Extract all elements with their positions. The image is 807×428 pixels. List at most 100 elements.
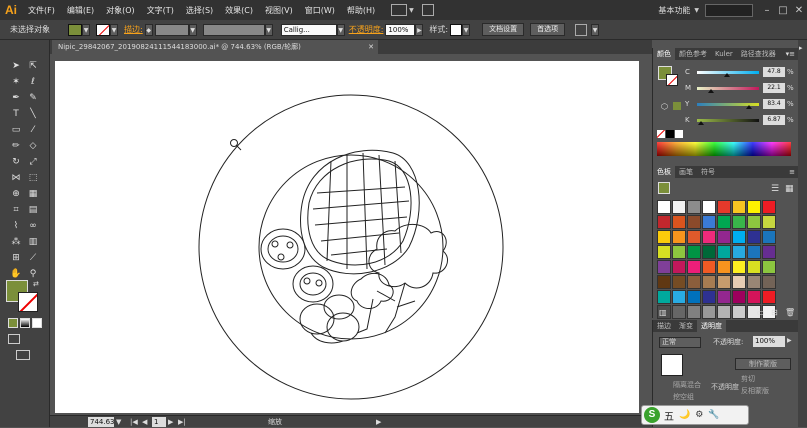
thumbnail-view-icon[interactable]: ▦	[785, 184, 794, 194]
tab-color-guide[interactable]: 颜色参考	[675, 48, 711, 60]
fill-dropdown[interactable]: ▼	[82, 23, 90, 36]
swatch-cell[interactable]	[747, 260, 761, 274]
gpu-icon[interactable]	[421, 4, 434, 16]
chevron-down-icon[interactable]: ▼	[409, 7, 414, 14]
swatch-cell[interactable]	[717, 200, 731, 214]
swatch-cell[interactable]	[732, 290, 746, 304]
black-color-icon[interactable]	[666, 130, 674, 138]
variable-width-field[interactable]	[202, 23, 265, 36]
magenta-thumb[interactable]	[708, 89, 714, 93]
stroke-weight-dropdown[interactable]: ▼	[188, 23, 197, 36]
swatch-cell[interactable]	[657, 260, 671, 274]
swatch-cell[interactable]	[702, 245, 716, 259]
blend-mode-select[interactable]: 正常	[659, 337, 701, 348]
swatch-cell[interactable]	[702, 275, 716, 289]
tab-pathfinder[interactable]: 路径查找器	[737, 48, 780, 60]
document-tab[interactable]: Nipic_29842067_20190824111544183000.ai* …	[52, 40, 378, 54]
rotate-tool-icon[interactable]: ↻	[10, 156, 22, 168]
swatch-cell[interactable]	[747, 230, 761, 244]
swatch-cell[interactable]	[732, 305, 746, 319]
swatch-cell[interactable]	[687, 260, 701, 274]
tab-color[interactable]: 颜色	[653, 48, 675, 60]
zoom-level-field[interactable]: 744.63	[88, 417, 115, 427]
stroke-weight-field[interactable]	[154, 23, 189, 36]
swatch-cell[interactable]	[762, 260, 776, 274]
ime-mode[interactable]: 五	[664, 408, 674, 423]
color-mode-icon[interactable]	[8, 318, 18, 328]
opacity-field-panel[interactable]: 100%	[753, 336, 785, 347]
next-artboard-button[interactable]: ▶	[168, 416, 173, 428]
hand-tool-icon[interactable]: ✋	[10, 268, 22, 280]
swatch-cell[interactable]	[687, 200, 701, 214]
eyedropper-tool-icon[interactable]: ⌇	[10, 220, 22, 232]
black-track[interactable]	[697, 119, 759, 122]
swatch-cell[interactable]	[687, 230, 701, 244]
swatch-cell[interactable]	[672, 245, 686, 259]
align-icon[interactable]	[575, 23, 588, 36]
swatch-fill-icon[interactable]	[658, 182, 670, 194]
pen-tool-icon[interactable]: ✒	[10, 92, 22, 104]
new-color-group-icon[interactable]: ▭	[757, 308, 765, 317]
swatch-cell[interactable]	[732, 260, 746, 274]
swatch-cell[interactable]	[687, 290, 701, 304]
variable-width-dropdown[interactable]: ▼	[264, 23, 273, 36]
status-menu-arrow[interactable]: ▶	[376, 416, 381, 428]
direct-selection-tool-icon[interactable]: ⇱	[27, 60, 39, 72]
swatch-cell[interactable]	[702, 215, 716, 229]
swatch-cell[interactable]	[732, 245, 746, 259]
selection-tool-icon[interactable]: ➤	[10, 60, 22, 72]
type-tool-icon[interactable]: T	[10, 108, 22, 120]
swatch-cell[interactable]	[687, 215, 701, 229]
mesh-tool-icon[interactable]: ⌗	[10, 204, 22, 216]
yellow-thumb[interactable]	[746, 105, 752, 109]
magenta-track[interactable]	[697, 87, 759, 90]
screen-mode-icon[interactable]	[16, 350, 30, 360]
swatch-cell[interactable]	[657, 200, 671, 214]
magenta-value[interactable]: 22.1	[763, 83, 785, 93]
black-thumb[interactable]	[698, 121, 704, 125]
yellow-value[interactable]: 83.4	[763, 99, 785, 109]
zoom-dropdown[interactable]: ▼	[116, 416, 121, 428]
invert-mask-checkbox-label[interactable]: 反相蒙版	[741, 386, 769, 396]
menu-select[interactable]: 选择(S)	[180, 5, 219, 16]
opacity-label[interactable]: 不透明度:	[349, 24, 384, 35]
swatch-cell[interactable]	[657, 245, 671, 259]
artboard-tool-icon[interactable]: ⊞	[10, 252, 22, 264]
none-color-icon[interactable]	[657, 130, 665, 138]
swatch-cell[interactable]	[762, 290, 776, 304]
menu-edit[interactable]: 编辑(E)	[61, 5, 100, 16]
perspective-grid-tool-icon[interactable]: ▦	[27, 188, 39, 200]
swatch-cell[interactable]	[672, 290, 686, 304]
swatch-cell[interactable]	[717, 275, 731, 289]
free-transform-tool-icon[interactable]: ⬚	[27, 172, 39, 184]
stroke-dropdown[interactable]: ▼	[110, 23, 118, 36]
swatch-cell[interactable]	[732, 200, 746, 214]
last-artboard-button[interactable]: ▶|	[178, 416, 186, 428]
cyan-value[interactable]: 47.8	[763, 67, 785, 77]
menu-file[interactable]: 文件(F)	[22, 5, 61, 16]
swatch-cell[interactable]	[762, 275, 776, 289]
gradient-mode-icon[interactable]	[20, 318, 30, 328]
tab-brushes[interactable]: 画笔	[675, 166, 697, 178]
swatch-cell[interactable]	[717, 245, 731, 259]
stroke-label[interactable]: 描边:	[124, 24, 143, 35]
opacity-dropdown[interactable]: ▶	[415, 23, 424, 36]
close-button[interactable]: ✕	[791, 5, 807, 16]
slider-magenta[interactable]: M 22.1 %	[653, 82, 799, 94]
brush-dropdown[interactable]: ▼	[336, 23, 345, 36]
artwork-outline[interactable]	[55, 61, 639, 413]
tab-gradient[interactable]: 渐变	[675, 320, 697, 332]
swatch-cell[interactable]	[732, 230, 746, 244]
tab-transparency[interactable]: 透明度	[697, 320, 726, 332]
knockout-group-label[interactable]: 挖空组	[673, 392, 694, 402]
draw-mode-icon[interactable]	[8, 334, 20, 344]
lasso-tool-icon[interactable]: ℓ	[27, 76, 39, 88]
tab-symbols[interactable]: 符号	[697, 166, 719, 178]
line-tool-icon[interactable]: ╲	[27, 108, 39, 120]
swatches-menu-icon[interactable]: ≡	[789, 166, 795, 178]
column-graph-tool-icon[interactable]: ▥	[27, 236, 39, 248]
curvature-tool-icon[interactable]: ✎	[27, 92, 39, 104]
chevron-down-icon[interactable]: ▼	[694, 7, 699, 14]
new-swatch-icon[interactable]: ⊞	[771, 308, 778, 317]
tab-swatches[interactable]: 色板	[653, 166, 675, 178]
